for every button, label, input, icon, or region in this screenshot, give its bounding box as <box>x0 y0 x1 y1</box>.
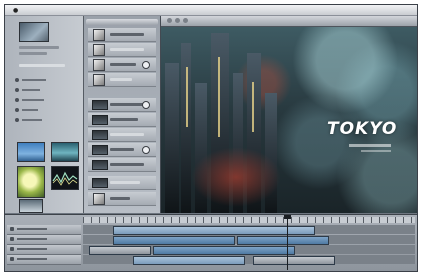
track-header[interactable] <box>7 245 81 255</box>
sidebar-item-label <box>22 79 46 81</box>
video-canvas[interactable]: TOKYO <box>161 27 417 213</box>
layer-icon <box>93 29 105 41</box>
inspector-slider[interactable] <box>110 78 132 81</box>
sidebar-item-label <box>22 109 38 111</box>
menu-bar: ● <box>5 5 417 16</box>
inspector-row[interactable] <box>88 113 156 127</box>
filter-thumbnail <box>92 160 108 170</box>
timeline-clip[interactable] <box>237 236 329 245</box>
layer-icon <box>93 59 105 71</box>
light-streak <box>218 57 220 137</box>
waveform-icon <box>52 171 78 186</box>
timeline-ruler[interactable] <box>83 217 415 223</box>
inspector-row[interactable] <box>88 128 156 142</box>
dial-knob[interactable] <box>142 61 150 69</box>
inspector-row[interactable] <box>88 176 156 190</box>
minimize-icon[interactable] <box>175 18 180 23</box>
track-header[interactable] <box>7 235 81 245</box>
media-thumbnail[interactable] <box>17 142 45 162</box>
sidebar-item-label <box>22 99 44 101</box>
timeline-panel <box>5 214 417 271</box>
media-thumbnail[interactable] <box>19 199 43 213</box>
inspector-slider[interactable] <box>110 197 130 200</box>
close-icon[interactable] <box>167 18 172 23</box>
inspector-slider[interactable] <box>110 163 144 166</box>
viewer-toolbar <box>161 16 417 27</box>
title-overlay: TOKYO <box>327 119 398 139</box>
timeline-track <box>83 255 415 265</box>
browser-info-line <box>19 52 47 55</box>
light-streak <box>252 82 254 132</box>
inspector-slider[interactable] <box>110 63 136 66</box>
app-window: ● TOKYO <box>4 4 418 272</box>
layer-icon <box>93 193 105 205</box>
inspector-slider[interactable] <box>110 48 144 51</box>
subtitle-overlay <box>349 144 391 147</box>
neon-glow <box>191 147 281 207</box>
sidebar-item-icon[interactable] <box>15 118 19 122</box>
media-thumbnail[interactable] <box>51 142 79 162</box>
inspector-row[interactable] <box>88 158 156 172</box>
inspector-row[interactable] <box>88 58 156 72</box>
timeline-track <box>83 235 415 245</box>
track-header[interactable] <box>7 255 81 265</box>
media-thumbnail[interactable] <box>17 166 45 198</box>
timeline-clip[interactable] <box>133 256 245 265</box>
waveform-thumbnail[interactable] <box>51 166 79 190</box>
apple-icon[interactable]: ● <box>13 7 18 14</box>
file-browser-panel <box>5 16 84 213</box>
sidebar-item-label <box>22 89 40 91</box>
sidebar-item-icon[interactable] <box>15 108 19 112</box>
inspector-slider[interactable] <box>110 33 144 36</box>
inspector-slider[interactable] <box>110 118 138 121</box>
filter-thumbnail <box>92 130 108 140</box>
dial-knob[interactable] <box>142 101 150 109</box>
timeline-track <box>83 245 415 255</box>
layer-icon <box>93 44 105 56</box>
inspector-slider[interactable] <box>110 103 144 106</box>
track-header[interactable] <box>7 225 81 235</box>
filter-thumbnail <box>92 115 108 125</box>
inspector-row[interactable] <box>88 143 156 157</box>
zoom-icon[interactable] <box>183 18 188 23</box>
sidebar-item-icon[interactable] <box>15 98 19 102</box>
dial-knob[interactable] <box>142 146 150 154</box>
timeline-clip[interactable] <box>113 226 315 235</box>
timeline-clip[interactable] <box>89 246 151 255</box>
preview-thumbnail[interactable] <box>19 22 49 42</box>
sidebar-item-icon[interactable] <box>15 88 19 92</box>
filter-thumbnail <box>92 145 108 155</box>
filter-thumbnail <box>92 178 108 188</box>
inspector-slider[interactable] <box>110 133 144 136</box>
timeline-clip[interactable] <box>153 246 295 255</box>
playhead-line[interactable] <box>287 217 288 270</box>
inspector-panel <box>84 16 161 213</box>
timeline-clip[interactable] <box>253 256 335 265</box>
timeline-track <box>83 225 415 235</box>
sidebar-item-label <box>22 119 42 121</box>
timeline-clip[interactable] <box>113 236 235 245</box>
inspector-row[interactable] <box>88 73 156 87</box>
inspector-row[interactable] <box>88 98 156 112</box>
light-streak <box>186 67 188 127</box>
canvas-viewer: TOKYO <box>161 16 417 213</box>
inspector-row[interactable] <box>88 192 156 206</box>
inspector-row[interactable] <box>88 43 156 57</box>
layer-icon <box>93 74 105 86</box>
filter-thumbnail <box>92 100 108 110</box>
scene-building <box>165 63 179 213</box>
inspector-slider[interactable] <box>110 181 140 184</box>
sidebar-item-icon[interactable] <box>15 78 19 82</box>
inspector-slider[interactable] <box>110 148 134 151</box>
browser-search-field[interactable] <box>19 64 65 67</box>
browser-path-field[interactable] <box>19 46 59 49</box>
inspector-tabs[interactable] <box>86 19 158 25</box>
inspector-row[interactable] <box>88 28 156 42</box>
subtitle-overlay <box>361 150 391 152</box>
